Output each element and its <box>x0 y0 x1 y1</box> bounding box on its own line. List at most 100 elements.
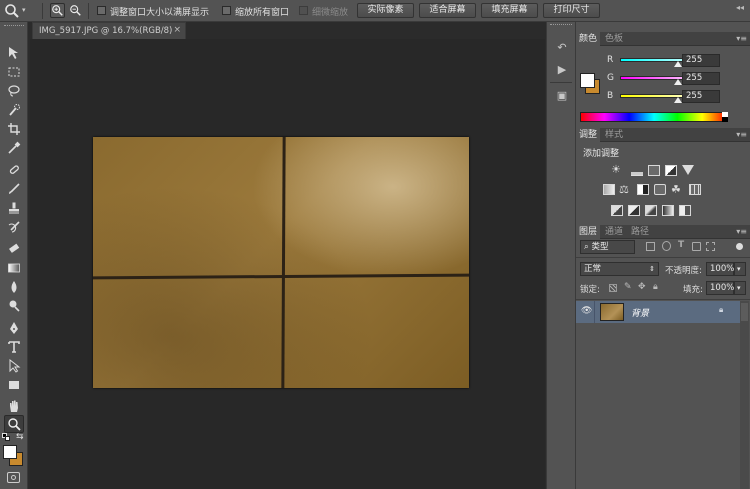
tab-adjustments[interactable]: 调整 <box>576 128 601 142</box>
panel-menu-icon[interactable]: ▾≡ <box>736 34 747 43</box>
levels-icon[interactable] <box>631 165 643 176</box>
close-document-icon[interactable]: × <box>173 25 181 35</box>
zoom-tool-preset-icon[interactable] <box>4 3 20 19</box>
dodge-tool-icon[interactable] <box>4 297 24 315</box>
exposure-icon[interactable] <box>665 165 677 176</box>
blur-tool-icon[interactable] <box>4 278 24 296</box>
tab-styles[interactable]: 样式 <box>602 128 626 142</box>
move-tool-icon[interactable] <box>4 44 24 62</box>
fit-screen-button[interactable]: 适合屏幕 <box>419 3 476 18</box>
document-tab[interactable]: IMG_5917.JPG @ 16.7%(RGB/8) × <box>32 22 186 39</box>
color-balance-icon[interactable]: ⚖ <box>619 183 632 196</box>
curves-icon[interactable] <box>648 165 660 176</box>
filter-pixel-icon[interactable] <box>646 242 655 251</box>
layers-scrollbar[interactable] <box>740 301 749 489</box>
marquee-tool-icon[interactable] <box>4 63 24 81</box>
black-sample[interactable] <box>722 117 728 122</box>
opacity-field[interactable]: 100% <box>706 262 734 276</box>
layer-filter-select[interactable]: ⌕ 类型 <box>580 240 635 254</box>
color-spectrum-bar[interactable] <box>580 112 728 122</box>
selective-color-icon[interactable] <box>679 205 691 216</box>
zoom-all-windows-checkbox[interactable] <box>222 6 231 15</box>
vibrance-icon[interactable] <box>682 165 694 175</box>
type-tool-icon[interactable] <box>4 338 24 356</box>
tab-paths[interactable]: 路径 <box>628 225 652 239</box>
quick-selection-tool-icon[interactable] <box>4 101 24 119</box>
history-brush-tool-icon[interactable] <box>4 218 24 236</box>
channel-mixer-icon[interactable]: ☘ <box>671 183 684 196</box>
green-value-field[interactable]: 255 <box>682 72 720 85</box>
preset-dropdown-arrow-icon[interactable]: ▾ <box>22 6 26 14</box>
actual-pixels-button[interactable]: 实际像素 <box>357 3 414 18</box>
lock-transparent-icon[interactable] <box>609 284 617 292</box>
eraser-tool-icon[interactable] <box>4 240 24 258</box>
foreground-color-swatch[interactable] <box>3 445 17 459</box>
swap-colors-icon[interactable]: ⇆ <box>16 432 24 442</box>
path-selection-tool-icon[interactable] <box>4 357 24 375</box>
canvas-image[interactable] <box>93 137 469 388</box>
lasso-tool-icon[interactable] <box>4 82 24 100</box>
resize-windows-checkbox[interactable] <box>97 6 106 15</box>
crop-tool-icon[interactable] <box>4 120 24 138</box>
filter-smart-object-icon[interactable] <box>706 242 715 251</box>
fill-screen-button[interactable]: 填充屏幕 <box>481 3 538 18</box>
blue-slider-thumb[interactable] <box>674 97 682 103</box>
posterize-icon[interactable] <box>628 205 640 216</box>
panel-menu-icon[interactable]: ▾≡ <box>736 227 747 236</box>
filter-adjustment-icon[interactable] <box>662 241 671 251</box>
history-panel-icon[interactable]: ↶ <box>554 40 570 56</box>
panel-menu-icon[interactable]: ▾≡ <box>736 130 747 139</box>
scrubby-zoom-checkbox[interactable] <box>299 6 308 15</box>
fill-field[interactable]: 100% <box>706 281 734 295</box>
red-value-field[interactable]: 255 <box>682 54 720 67</box>
gradient-map-icon[interactable] <box>662 205 674 216</box>
tab-swatches[interactable]: 色板 <box>602 32 626 46</box>
hue-saturation-icon[interactable] <box>603 184 615 195</box>
filter-toggle-icon[interactable] <box>736 243 743 250</box>
gradient-tool-icon[interactable] <box>4 259 24 277</box>
black-white-icon[interactable] <box>637 184 649 195</box>
visibility-eye-icon[interactable]: 👁︎ <box>581 306 592 316</box>
rectangle-tool-icon[interactable] <box>4 376 24 394</box>
tab-channels[interactable]: 通道 <box>602 225 626 239</box>
photo-filter-icon[interactable] <box>654 184 666 195</box>
3d-panel-icon[interactable]: ▣ <box>554 88 570 104</box>
red-slider-thumb[interactable] <box>674 61 682 67</box>
print-size-button[interactable]: 打印尺寸 <box>543 3 600 18</box>
zoom-out-button[interactable] <box>68 3 83 18</box>
tab-layers[interactable]: 图层 <box>576 225 601 239</box>
filter-shape-icon[interactable] <box>692 242 701 251</box>
zoom-tool-icon[interactable] <box>4 415 24 433</box>
blend-mode-select[interactable]: 正常 ⇕ <box>580 262 659 276</box>
filter-type-icon[interactable]: T <box>678 240 684 250</box>
actions-panel-icon[interactable]: ▶ <box>554 62 570 78</box>
brush-tool-icon[interactable] <box>4 180 24 198</box>
clone-stamp-tool-icon[interactable] <box>4 199 24 217</box>
lock-all-icon[interactable]: 🔒︎ <box>653 282 658 292</box>
invert-icon[interactable] <box>611 205 623 216</box>
layers-scrollbar-thumb[interactable] <box>741 303 748 321</box>
healing-brush-tool-icon[interactable] <box>4 161 24 179</box>
layer-name[interactable]: 背景 <box>631 306 649 319</box>
default-colors-icon[interactable] <box>2 433 11 441</box>
layer-row[interactable]: 👁︎ 背景 🔒︎ <box>576 301 740 323</box>
strip-grip[interactable] <box>550 24 572 28</box>
lock-position-icon[interactable]: ✥ <box>638 282 646 292</box>
zoom-in-button[interactable] <box>50 3 65 18</box>
color-lookup-icon[interactable] <box>689 184 701 195</box>
eyedropper-tool-icon[interactable] <box>4 139 24 157</box>
brightness-contrast-icon[interactable]: ☀ <box>611 163 625 176</box>
tab-color[interactable]: 颜色 <box>576 32 601 46</box>
collapse-panels-icon[interactable]: ◂◂ <box>736 3 744 12</box>
blue-value-field[interactable]: 255 <box>682 90 720 103</box>
hand-tool-icon[interactable] <box>4 397 24 415</box>
green-slider-thumb[interactable] <box>674 79 682 85</box>
threshold-icon[interactable] <box>645 205 657 216</box>
lock-pixels-icon[interactable]: ✎ <box>624 282 632 292</box>
panel-foreground-swatch[interactable] <box>580 73 595 88</box>
toolbar-grip[interactable] <box>4 25 24 29</box>
opacity-dropdown-icon[interactable]: ▾ <box>734 262 746 276</box>
quick-mask-icon[interactable] <box>7 472 20 483</box>
pen-tool-icon[interactable] <box>4 319 24 337</box>
fill-dropdown-icon[interactable]: ▾ <box>734 281 746 295</box>
